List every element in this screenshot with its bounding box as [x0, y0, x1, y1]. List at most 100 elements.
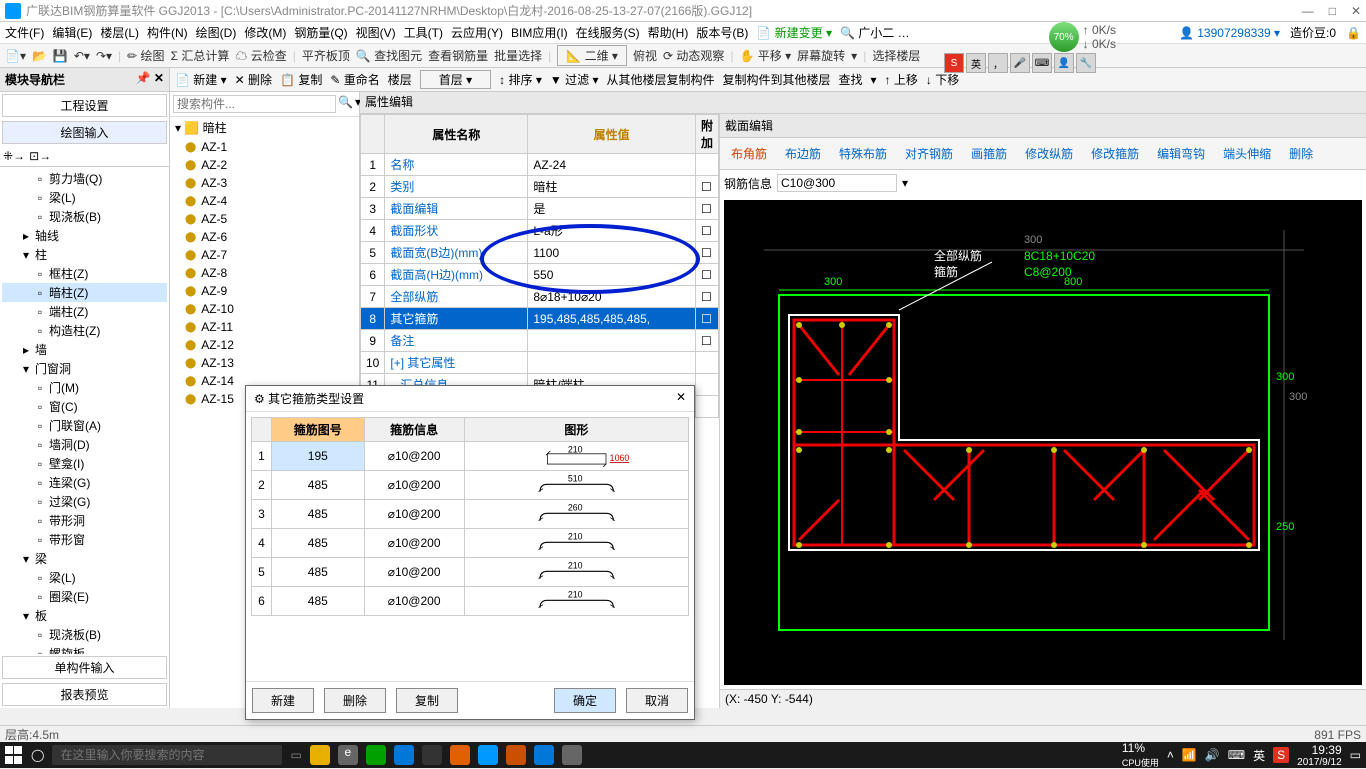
component-item[interactable]: ⬤AZ-4 [170, 192, 359, 210]
filter-button[interactable]: 过滤 [565, 73, 589, 87]
copy-comp-button[interactable]: 📋 复制 [280, 71, 322, 88]
taskbar-search[interactable] [52, 745, 282, 765]
property-row[interactable]: 6截面高(H边)(mm)550☐ [361, 264, 719, 286]
tray-up-icon[interactable]: ˄ [1167, 748, 1174, 762]
task-ggj[interactable] [478, 745, 498, 765]
save-icon[interactable]: 💾 [53, 49, 68, 63]
tray-lang[interactable]: 英 [1253, 747, 1265, 764]
tree-item[interactable]: ▸墙 [2, 340, 167, 359]
rename-comp-button[interactable]: ✎ 重命名 [330, 71, 379, 88]
copy-to-floor-button[interactable]: 复制构件到其他楼层 [722, 71, 830, 88]
select-floor-button[interactable]: 选择楼层 [872, 47, 920, 64]
task-store[interactable] [422, 745, 442, 765]
menu-tools[interactable]: 工具(T) [404, 24, 443, 41]
section-tab[interactable]: 修改箍筋 [1084, 142, 1146, 165]
menu-help[interactable]: 帮助(H) [648, 24, 689, 41]
component-item[interactable]: ⬤AZ-3 [170, 174, 359, 192]
section-tab[interactable]: 端头伸缩 [1216, 142, 1278, 165]
dialog-cancel-button[interactable]: 取消 [626, 688, 688, 713]
section-canvas[interactable]: 300 300 300 800 300 250 全部纵筋 箍筋 8C18+10 [724, 200, 1362, 685]
component-item[interactable]: ⬤AZ-7 [170, 246, 359, 264]
new-file-icon[interactable]: 📄▾ [5, 49, 26, 63]
task-app-5[interactable] [534, 745, 554, 765]
col-stirrup-id[interactable]: 箍筋图号 [272, 418, 365, 442]
tray-notifications-icon[interactable]: ▭ [1350, 748, 1361, 762]
view-rebar-button[interactable]: 查看钢筋量 [428, 47, 488, 64]
task-app-2[interactable] [366, 745, 386, 765]
tree-item[interactable]: ▾梁 [2, 549, 167, 568]
rebar-info-input[interactable] [777, 174, 897, 192]
property-row[interactable]: 8其它箍筋195,485,485,485,485,☐ [361, 308, 719, 330]
tree-item[interactable]: ▫带形窗 [2, 530, 167, 549]
property-row[interactable]: 5截面宽(B边)(mm)1100☐ [361, 242, 719, 264]
tree-item[interactable]: ▾柱 [2, 245, 167, 264]
undo-icon[interactable]: ↶▾ [74, 49, 90, 63]
component-item[interactable]: ⬤AZ-9 [170, 282, 359, 300]
stirrup-row[interactable]: 3485⌀10@200260 [252, 500, 689, 529]
section-tab[interactable]: 特殊布筋 [832, 142, 894, 165]
menu-version[interactable]: 版本号(B) [696, 24, 748, 41]
menu-cloud[interactable]: 云应用(Y) [451, 24, 503, 41]
tree-item[interactable]: ▫带形洞 [2, 511, 167, 530]
menu-modify[interactable]: 修改(M) [244, 24, 286, 41]
tree-item[interactable]: ▫框柱(Z) [2, 264, 167, 283]
search-icon[interactable]: 🔍 [338, 95, 353, 113]
close-button[interactable]: ✕ [1351, 4, 1361, 18]
ime-toolbar[interactable]: S英，🎤⌨👤🔧 [944, 53, 1096, 73]
component-item[interactable]: ⬤AZ-11 [170, 318, 359, 336]
property-row[interactable]: 9备注☐ [361, 330, 719, 352]
stirrup-row[interactable]: 4485⌀10@200210 [252, 529, 689, 558]
menu-draw[interactable]: 绘图(D) [196, 24, 237, 41]
property-row[interactable]: 4截面形状L-a形☐ [361, 220, 719, 242]
tray-time[interactable]: 19:39 [1297, 743, 1342, 757]
menu-file[interactable]: 文件(F) [5, 24, 44, 41]
component-item[interactable]: ⬤AZ-5 [170, 210, 359, 228]
dialog-new-button[interactable]: 新建 [252, 688, 314, 713]
menu-bim[interactable]: BIM应用(I) [511, 24, 568, 41]
task-edge[interactable] [394, 745, 414, 765]
tree-item[interactable]: ▫窗(C) [2, 397, 167, 416]
tree-item[interactable]: ▫构造柱(Z) [2, 321, 167, 340]
dialog-close-icon[interactable]: ✕ [676, 390, 686, 407]
task-app-1[interactable] [310, 745, 330, 765]
task-app-6[interactable] [562, 745, 582, 765]
tree-item[interactable]: ▫螺旋板 [2, 644, 167, 654]
batch-select-button[interactable]: 批量选择 [494, 47, 542, 64]
dialog-ok-button[interactable]: 确定 [554, 688, 616, 713]
stirrup-row[interactable]: 5485⌀10@200210 [252, 558, 689, 587]
find-elem-button[interactable]: 🔍 查找图元 [356, 47, 422, 64]
menu-floor[interactable]: 楼层(L) [100, 24, 139, 41]
start-button[interactable] [5, 746, 23, 764]
tree-item[interactable]: ▫壁龛(I) [2, 454, 167, 473]
tree-item[interactable]: ▫梁(L) [2, 568, 167, 587]
section-tab[interactable]: 编辑弯钩 [1150, 142, 1212, 165]
pin-icon[interactable]: 📌 ✕ [136, 71, 164, 88]
tree-item[interactable]: ▫门(M) [2, 378, 167, 397]
section-tab[interactable]: 布边筋 [778, 142, 828, 165]
section-tab[interactable]: 布角筋 [724, 142, 774, 165]
nav-box-single[interactable]: 单构件输入 [2, 656, 167, 679]
cortana-icon[interactable]: ◯ [31, 748, 44, 762]
user-phone[interactable]: 13907298339 [1197, 26, 1270, 40]
redo-icon[interactable]: ↷▾ [96, 49, 112, 63]
stirrup-row[interactable]: 2485⌀10@200510 [252, 471, 689, 500]
tree-item[interactable]: ▾门窗洞 [2, 359, 167, 378]
section-tab[interactable]: 修改纵筋 [1018, 142, 1080, 165]
section-tab[interactable]: 画箍筋 [964, 142, 1014, 165]
component-item[interactable]: ⬤AZ-2 [170, 156, 359, 174]
menu-component[interactable]: 构件(N) [147, 24, 188, 41]
orbit-button[interactable]: ⟳ 动态观察 [663, 47, 724, 64]
property-row[interactable]: 10[+] 其它属性 [361, 352, 719, 374]
tray-date[interactable]: 2017/9/12 [1297, 757, 1342, 768]
tree-item[interactable]: ▫连梁(G) [2, 473, 167, 492]
pan-button[interactable]: ✋ 平移 ▾ [740, 47, 792, 64]
property-row[interactable]: 2类别暗柱☐ [361, 176, 719, 198]
tree-item[interactable]: ▫墙洞(D) [2, 435, 167, 454]
menu-view[interactable]: 视图(V) [356, 24, 396, 41]
task-app-3[interactable] [450, 745, 470, 765]
component-item[interactable]: ⬤AZ-1 [170, 138, 359, 156]
move-up-button[interactable]: ↑ 上移 [885, 71, 918, 88]
property-row[interactable]: 1名称AZ-24 [361, 154, 719, 176]
move-down-button[interactable]: ↓ 下移 [926, 71, 959, 88]
section-tab[interactable]: 对齐钢筋 [898, 142, 960, 165]
